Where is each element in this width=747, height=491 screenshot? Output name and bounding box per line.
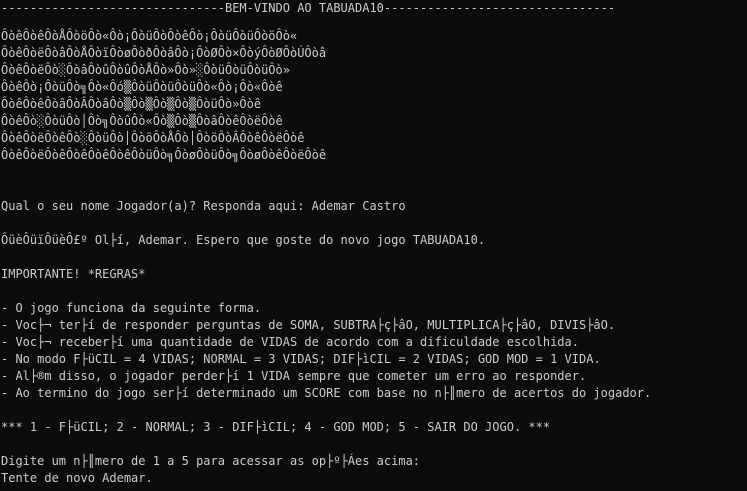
name-prompt: Qual o seu nome Jogador(a)? Responda aqu… <box>1 199 406 213</box>
rule-item: - Voc├¬ ter├í de responder perguntas de … <box>1 318 616 332</box>
option-prompt: Digite um n├║mero de 1 a 5 para acessar … <box>1 454 421 468</box>
difficulty-menu: *** 1 - F├üCIL; 2 - NORMAL; 3 - DIF├ìCIL… <box>1 420 551 434</box>
greeting-message: ÔüèÔüïÔüèÔ£º Ol├í, Ademar. Espero que go… <box>1 233 486 247</box>
banner-line: ÔòêÔòëÔòâÔòÅÔòïÔòøÔòðÔòâÔò¡ÔòØÔò×ÔòýÔòØÔ… <box>1 46 327 60</box>
banner-line: ÔòêÔò¡ÔòüÔò╗Ôò«Ôó▒ÔòüÔòüÔòüÔò«Ôò¡Ôò«Ôòê <box>1 80 283 94</box>
rule-item: - No modo F├üCIL = 4 VIDAS; NORMAL = 3 V… <box>1 352 601 366</box>
rule-item: - O jogo funciona da seguinte forma. <box>1 301 262 315</box>
ascii-banner: ÔòêÔòêÔòÅÔòöÔò«Ôò¡ÔòüÔòÔòêÔò¡ÔòüÔòüÔòöÔò… <box>1 28 747 164</box>
rule-item: - Ao termino do jogo ser├í determinado u… <box>1 386 652 400</box>
banner-line: ÔòêÔòëÔòêÔò░ÔòüÔò│ÔòöÔòÅÔò│ÔòöÔòÂÔòêÔòëÔ… <box>1 131 305 145</box>
terminal-window[interactable]: -------------------------------BEM-VINDO… <box>0 0 747 491</box>
welcome-header: -------------------------------BEM-VINDO… <box>1 1 616 15</box>
retry-message: Tente de novo Ademar. <box>1 471 153 485</box>
banner-line: ÔòêÔòëÔòêÔòêÔòêÔòêÔòüÔò╗ÔòøÔòüÔò╗ÔòøÔòêÔ… <box>1 148 327 162</box>
banner-line: ÔòêÔò░ÔòüÔò│Ôò╗ÔòûÔò«Ôò▒Ôò▒ÔòâÔòêÔòëÔòê <box>1 114 283 128</box>
rule-item: - Voc├¬ receber├í uma quantidade de VIDA… <box>1 335 579 349</box>
rules-list: - O jogo funciona da seguinte forma. - V… <box>1 300 747 402</box>
rule-item: - Al├®m disso, o jogador perder├í 1 VIDA… <box>1 369 587 383</box>
banner-line: ÔòêÔòëÔò░ÔòâÔòûÔòûÔòÅÔò»Ôò»░ÔòüÔòüÔòüÔò» <box>1 63 290 77</box>
banner-line: ÔòêÔòêÔòÅÔòöÔò«Ôò¡ÔòüÔòÔòêÔò¡ÔòüÔòüÔòöÔò… <box>1 29 298 43</box>
banner-line: ÔòêÔòêÔòâÔòÂÔòâÔò▒Ôò▒Ôò▒Ôò▒ÔòüÔò»Ôòê <box>1 97 262 111</box>
important-heading: IMPORTANTE! *REGRAS* <box>1 267 146 281</box>
